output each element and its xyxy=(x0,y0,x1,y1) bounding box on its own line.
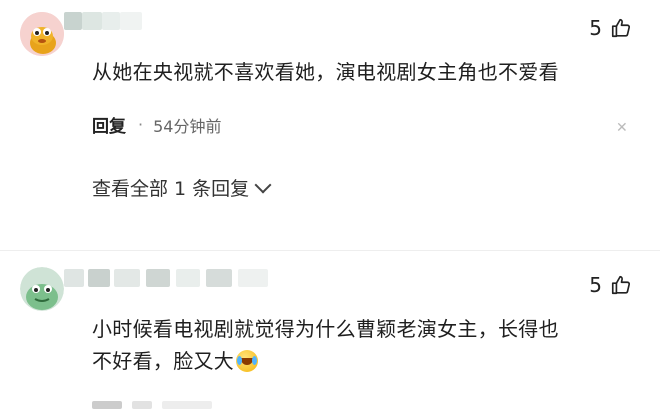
username-blurred[interactable] xyxy=(64,12,144,30)
like-area[interactable]: 5 xyxy=(589,16,632,40)
avatar[interactable] xyxy=(20,267,64,311)
view-all-replies-link[interactable]: 查看全部 1 条回复 xyxy=(92,174,272,201)
comment-text-line-2: 不好看，脸又大 xyxy=(92,345,559,377)
comment-time: 54分钟前 xyxy=(153,116,222,136)
avatar[interactable] xyxy=(20,12,64,56)
like-count: 5 xyxy=(589,16,602,40)
like-count: 5 xyxy=(589,273,602,297)
thumbs-up-icon[interactable] xyxy=(610,274,632,296)
reply-button[interactable]: 回复 xyxy=(92,112,126,137)
view-replies-label: 查看全部 1 条回复 xyxy=(92,178,250,200)
thumbs-up-icon[interactable] xyxy=(610,17,632,39)
meta-separator: · xyxy=(138,115,144,134)
comment-text: 小时候看电视剧就觉得为什么曹颖老演女主，长得也 不好看，脸又大 xyxy=(92,313,559,377)
chevron-down-icon xyxy=(254,176,272,193)
comment-text-line-content: 不好看，脸又大 xyxy=(92,349,235,373)
like-area[interactable]: 5 xyxy=(589,273,632,297)
comment-meta: 回复 · 54分钟前 xyxy=(92,112,221,137)
crying-laughing-emoji-icon xyxy=(236,350,259,372)
comment-item: 5 小时候看电视剧就觉得为什么曹颖老演女主，长得也 不好看，脸又大 xyxy=(0,251,660,409)
comment-item: 5 从她在央视就不喜欢看她，演电视剧女主角也不爱看 回复 · 54分钟前 ✕ 查… xyxy=(0,0,660,250)
comment-text-line: 小时候看电视剧就觉得为什么曹颖老演女主，长得也 xyxy=(92,317,559,341)
username-blurred[interactable] xyxy=(64,269,274,287)
comment-text: 从她在央视就不喜欢看她，演电视剧女主角也不爱看 xyxy=(92,60,559,84)
close-icon[interactable]: ✕ xyxy=(616,120,628,136)
